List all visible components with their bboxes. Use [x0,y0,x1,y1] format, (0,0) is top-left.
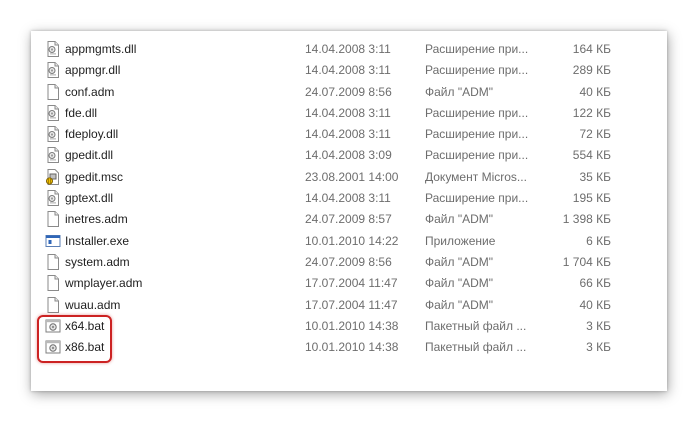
file-name: wmplayer.adm [65,276,143,291]
file-date-modified: 17.07.2004 11:47 [305,297,398,312]
file-type: Расширение при... [425,148,529,163]
file-name: conf.adm [65,84,115,99]
file-date-modified: 23.08.2001 14:00 [305,169,399,184]
file-type: Файл "ADM" [425,297,494,312]
msc-icon [45,168,61,185]
file-name: fde.dll [65,105,98,120]
dll-icon [45,41,61,57]
file-date-modified: 14.04.2008 3:11 [305,42,391,56]
file-date-modified: 14.04.2008 3:11 [305,191,391,206]
file-size: 35 КБ [579,169,611,184]
file-type: Пакетный файл ... [425,340,527,355]
file-size: 164 КБ [572,42,611,56]
file-name: inetres.adm [65,212,128,227]
file-row[interactable]: conf.adm 24.07.2009 8:56 Файл "ADM" 40 КБ [31,81,667,102]
file-type: Файл "ADM" [425,212,494,227]
dll-icon [45,190,61,207]
file-list-panel: appmgmts.dll 14.04.2008 3:11 Расширение пр… [31,31,667,391]
file-row[interactable]: appmgr.dll 14.04.2008 3:11 Расширение при.… [31,59,667,80]
file-size: 289 КБ [572,63,611,78]
file-type: Расширение при... [425,42,529,56]
file-date-modified: 24.07.2009 8:56 [305,254,392,269]
file-row[interactable]: system.adm 24.07.2009 8:56 Файл "ADM" 1 704… [31,251,667,272]
file-date-modified: 24.07.2009 8:57 [305,212,392,227]
file-date-modified: 17.07.2004 11:47 [305,276,398,291]
file-size: 6 КБ [586,233,611,248]
file-type: Файл "ADM" [425,276,494,291]
file-size: 72 КБ [579,127,611,142]
document-icon [45,211,61,228]
file-type: Расширение при... [425,191,529,206]
file-date-modified: 10.01.2010 14:22 [305,233,399,248]
file-name: gptext.dll [65,191,114,206]
file-date-modified: 10.01.2010 14:38 [305,318,399,333]
file-row[interactable]: gptext.dll 14.04.2008 3:11 Расширение при.… [31,187,667,208]
exe-icon [45,233,61,249]
document-icon [45,83,61,100]
file-size: 66 КБ [579,276,611,291]
file-row[interactable]: gpedit.dll 14.04.2008 3:09 Расширение при.… [31,144,667,165]
file-date-modified: 14.04.2008 3:11 [305,63,391,78]
dll-icon [45,104,61,121]
bat-files-highlight [37,315,112,363]
document-icon [45,253,61,270]
file-date-modified: 14.04.2008 3:11 [305,127,391,142]
file-row[interactable]: wmplayer.adm 17.07.2004 11:47 Файл "ADM" 66… [31,272,667,293]
file-row[interactable]: wuau.adm 17.07.2004 11:47 Файл "ADM" 40 КБ [31,294,667,315]
file-row[interactable]: Installer.exe 10.01.2010 14:22 Приложение 6… [31,230,667,251]
file-name: gpedit.dll [65,148,114,163]
file-name: wuau.adm [65,297,121,312]
file-size: 195 КБ [572,191,611,206]
file-size: 40 КБ [579,297,611,312]
file-name: appmgr.dll [65,63,121,78]
file-size: 3 КБ [586,318,611,333]
file-name: gpedit.msc [65,169,124,184]
file-row[interactable]: fdeploy.dll 14.04.2008 3:11 Расширение при… [31,123,667,144]
file-type: Приложение [425,233,496,248]
file-type: Файл "ADM" [425,84,494,99]
file-row[interactable]: x86.bat 10.01.2010 14:38 Пакетный файл ...… [31,336,667,357]
file-size: 1 398 КБ [562,212,611,227]
file-name: system.adm [65,254,130,269]
file-row[interactable]: fde.dll 14.04.2008 3:11 Расширение при... 1… [31,102,667,123]
file-name: Installer.exe [65,233,130,248]
dll-icon [45,126,61,143]
dll-icon [45,62,61,79]
file-size: 122 КБ [572,105,611,120]
file-row[interactable]: inetres.adm 24.07.2009 8:57 Файл "ADM" 1 39… [31,208,667,229]
file-type: Расширение при... [425,127,529,142]
file-type: Расширение при... [425,105,529,120]
file-date-modified: 10.01.2010 14:38 [305,340,399,355]
file-type: Документ Micros... [425,169,527,184]
file-name: fdeploy.dll [65,127,119,142]
file-row[interactable]: x64.bat 10.01.2010 14:38 Пакетный файл ...… [31,315,667,336]
file-date-modified: 14.04.2008 3:09 [305,148,392,163]
file-list: appmgmts.dll 14.04.2008 3:11 Расширение пр… [31,38,667,357]
document-icon [45,296,61,313]
file-size: 554 КБ [572,148,611,163]
file-row[interactable]: appmgmts.dll 14.04.2008 3:11 Расширение пр… [31,38,667,59]
file-size: 1 704 КБ [562,254,611,269]
file-name: appmgmts.dll [65,42,137,56]
dll-icon [45,147,61,164]
file-date-modified: 14.04.2008 3:11 [305,105,391,120]
file-row[interactable]: gpedit.msc 23.08.2001 14:00 Документ Micro… [31,166,667,187]
file-type: Пакетный файл ... [425,318,527,333]
file-size: 40 КБ [579,84,611,99]
file-type: Расширение при... [425,63,529,78]
document-icon [45,275,61,292]
file-date-modified: 24.07.2009 8:56 [305,84,392,99]
file-size: 3 КБ [586,340,611,355]
file-type: Файл "ADM" [425,254,494,269]
